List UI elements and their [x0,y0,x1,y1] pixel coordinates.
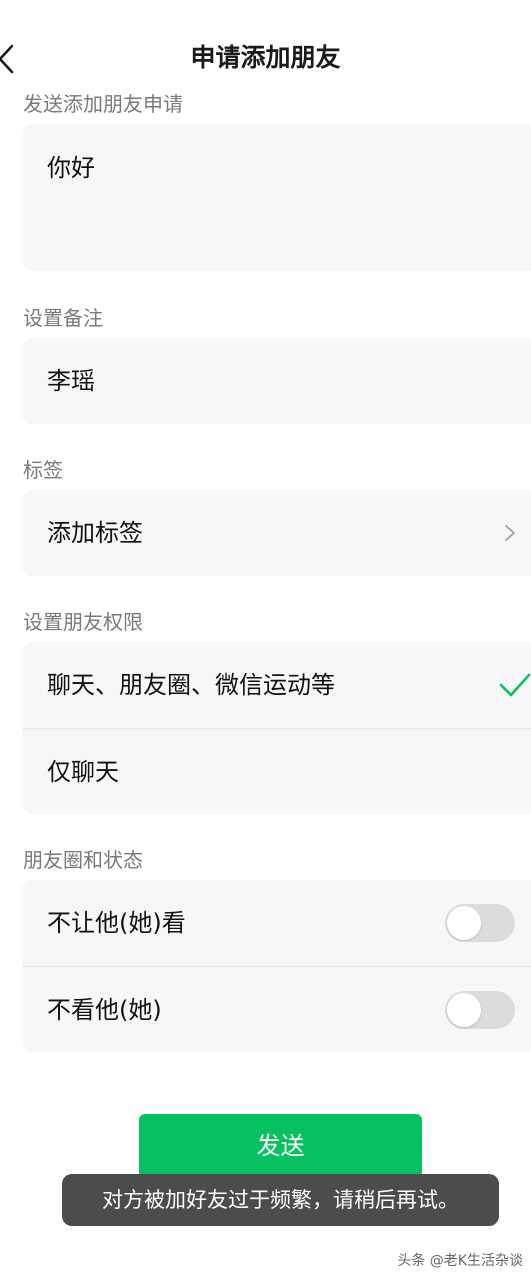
add-tag-label: 添加标签 [47,519,143,547]
permission-options: 聊天、朋友圈、微信运动等 仅聊天 [22,642,531,814]
permission-section-label: 设置朋友权限 [23,610,143,634]
permission-option-chat-only[interactable]: 仅聊天 [22,728,531,814]
toggle-knob [447,906,481,940]
check-icon [499,673,531,697]
remark-field[interactable]: 李瑶 [22,338,531,424]
request-section-label: 发送添加朋友申请 [23,92,183,116]
chevron-right-icon [505,525,515,541]
request-message-text: 你好 [47,154,95,182]
toggle-knob [447,993,481,1027]
remark-value: 李瑶 [47,367,95,395]
remark-section-label: 设置备注 [23,306,103,330]
permission-option-label: 仅聊天 [47,758,119,786]
moments-options: 不让他(她)看 不看他(她) [22,880,531,1052]
add-tag-row[interactable]: 添加标签 [22,490,531,576]
send-button[interactable]: 发送 [139,1114,422,1178]
toggle-label: 不看他(她) [47,996,162,1024]
toggle-label: 不让他(她)看 [47,909,186,937]
permission-option-full[interactable]: 聊天、朋友圈、微信运动等 [22,642,531,728]
hide-their-moments-toggle[interactable] [445,991,515,1029]
watermark: 头条 @老K生活杂谈 [397,1253,523,1269]
hide-my-moments-toggle[interactable] [445,904,515,942]
tag-section-label: 标签 [23,458,63,482]
request-message-field[interactable]: 你好 [22,124,531,271]
status-bar [0,0,531,18]
moments-section-label: 朋友圈和状态 [23,848,143,872]
toast-message: 对方被加好友过于频繁，请稍后再试。 [62,1174,499,1226]
hide-my-moments-row: 不让他(她)看 [22,880,531,966]
hide-their-moments-row: 不看他(她) [22,966,531,1052]
page-title: 申请添加朋友 [190,43,341,72]
permission-option-label: 聊天、朋友圈、微信运动等 [47,671,335,699]
